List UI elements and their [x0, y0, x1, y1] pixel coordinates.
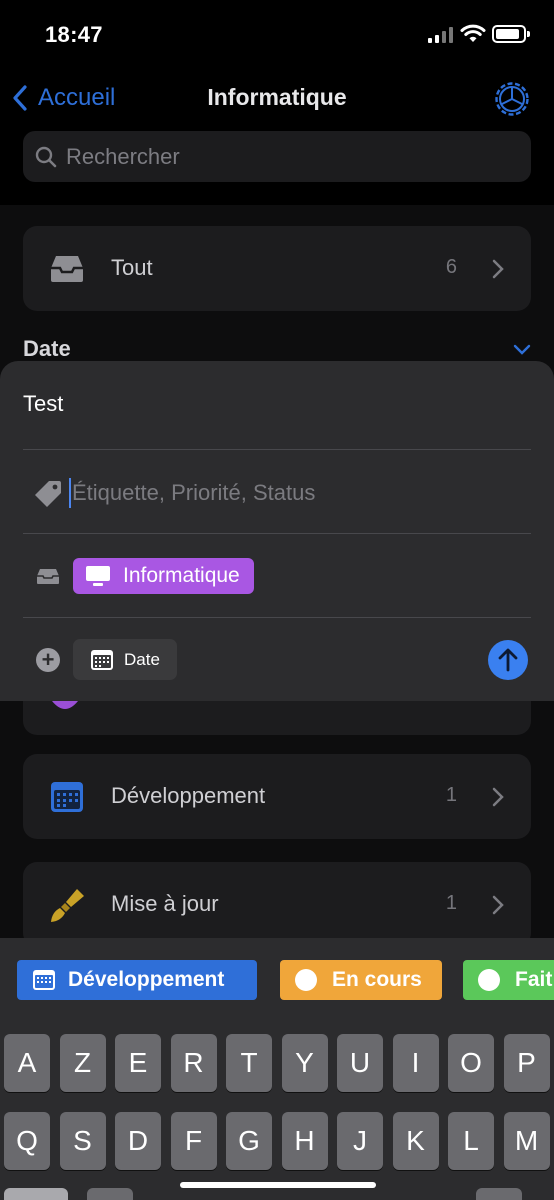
keyboard-key[interactable]: O	[448, 1034, 494, 1092]
status-time: 18:47	[45, 22, 103, 47]
keyboard-key[interactable]: H	[281, 1112, 328, 1170]
chevron-down-icon[interactable]	[512, 343, 532, 357]
keyboard-key[interactable]: G	[226, 1112, 272, 1170]
wifi-icon	[460, 24, 486, 42]
list-item-count: 1	[445, 784, 457, 806]
list-item-label: Tout	[111, 255, 153, 280]
task-title-input[interactable]: Test	[23, 391, 63, 417]
calendar-icon	[51, 782, 83, 812]
keyboard-key[interactable]: A	[4, 1034, 50, 1092]
list-item-count: 6	[445, 256, 457, 278]
list-item-label: Mise à jour	[111, 891, 219, 916]
bug-icon	[52, 701, 78, 709]
monitor-icon	[86, 566, 110, 586]
tag-icon	[35, 481, 61, 507]
gear-icon[interactable]	[493, 80, 531, 118]
paintbrush-icon	[51, 889, 84, 922]
calendar-icon	[91, 649, 113, 670]
keyboard-key[interactable]: M	[503, 1112, 550, 1170]
arrow-up-icon	[498, 648, 518, 672]
circle-icon	[295, 969, 317, 991]
keyboard-key[interactable]: D	[115, 1112, 161, 1170]
suggestion-label: En cours	[332, 968, 422, 991]
suggestion-chip-developpement[interactable]: Développement	[17, 960, 257, 1000]
suggestion-chip-en-cours[interactable]: En cours	[280, 960, 442, 1000]
keyboard-key[interactable]: R	[170, 1034, 217, 1092]
suggestion-chip-fait[interactable]: Fait	[463, 960, 554, 1000]
send-button[interactable]	[488, 640, 528, 680]
project-label: Informatique	[123, 564, 240, 587]
tray-icon	[37, 569, 59, 584]
date-button[interactable]: Date	[73, 639, 177, 680]
chevron-right-icon	[492, 787, 504, 807]
keyboard-key[interactable]: L	[448, 1112, 494, 1170]
keyboard-key[interactable]	[476, 1188, 522, 1200]
divider	[23, 617, 531, 618]
keyboard-key[interactable]: Q	[4, 1112, 50, 1170]
keyboard-key[interactable]: J	[337, 1112, 383, 1170]
project-chip[interactable]: Informatique	[73, 558, 254, 594]
suggestion-label: Développement	[68, 968, 225, 991]
suggestion-bar: Développement En cours Fait	[0, 938, 554, 1026]
home-indicator	[180, 1182, 376, 1188]
divider	[23, 449, 531, 450]
divider	[23, 533, 531, 534]
battery-icon	[492, 25, 530, 43]
date-label: Date	[124, 649, 160, 669]
search-field[interactable]: Rechercher	[23, 131, 531, 182]
list-item-mise-a-jour[interactable]: Mise à jour 1	[23, 862, 531, 947]
text-cursor	[69, 478, 71, 508]
search-icon	[35, 146, 57, 167]
chevron-right-icon	[492, 895, 504, 915]
keyboard-key[interactable]: S	[59, 1112, 106, 1170]
list-item-label: Développement	[111, 783, 266, 808]
search-placeholder: Rechercher	[66, 143, 180, 169]
status-bar: 18:47	[0, 0, 554, 70]
tray-icon	[51, 256, 83, 282]
shift-key[interactable]	[4, 1188, 68, 1200]
list-item-count: 1	[445, 892, 457, 914]
tags-placeholder: Étiquette, Priorité, Status	[72, 480, 316, 505]
keyboard-key[interactable]: I	[392, 1034, 439, 1092]
keyboard-key[interactable]	[87, 1188, 133, 1200]
circle-icon	[478, 969, 500, 991]
add-button[interactable]: +	[36, 648, 60, 672]
keyboard-key[interactable]: F	[170, 1112, 217, 1170]
keyboard-key[interactable]: Z	[59, 1034, 106, 1092]
section-title: Date	[23, 336, 71, 361]
tags-input[interactable]: Étiquette, Priorité, Status	[33, 476, 315, 510]
list-item-all[interactable]: Tout 6	[23, 226, 531, 311]
keyboard-key[interactable]: K	[392, 1112, 439, 1170]
keyboard-key[interactable]: E	[115, 1034, 161, 1092]
suggestion-label: Fait	[515, 968, 553, 991]
page-title: Informatique	[207, 84, 347, 110]
calendar-icon	[33, 970, 55, 990]
keyboard-key[interactable]: Y	[281, 1034, 328, 1092]
keyboard-key[interactable]: U	[337, 1034, 383, 1092]
keyboard-key[interactable]: T	[226, 1034, 272, 1092]
keyboard-key[interactable]: P	[503, 1034, 550, 1092]
new-task-sheet: Test Étiquette, Priorité, Status Informa…	[0, 361, 554, 701]
chevron-right-icon	[492, 259, 504, 279]
cellular-signal-icon	[428, 27, 454, 43]
list-item-developpement[interactable]: Développement 1	[23, 754, 531, 839]
